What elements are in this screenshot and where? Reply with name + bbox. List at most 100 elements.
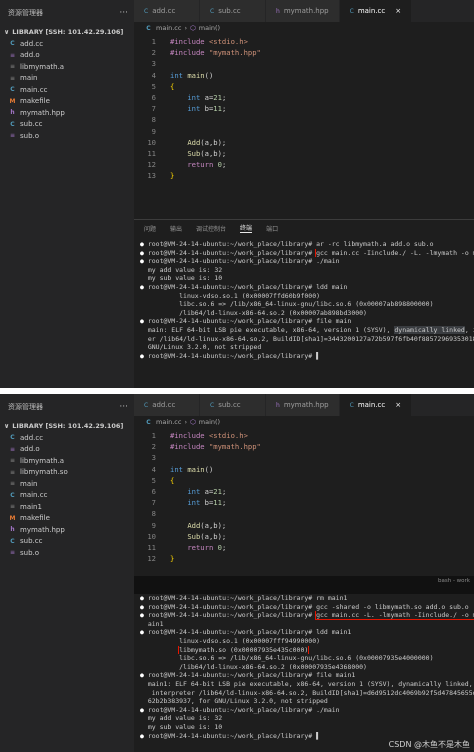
editor-tab[interactable]: Cmain.cc ×	[339, 394, 413, 416]
code-line[interactable]: 2 #include "mymath.hpp"	[134, 47, 474, 58]
code-line[interactable]: 13}	[134, 170, 474, 181]
file-tree-item[interactable]: ≡ libmymath.a	[0, 61, 134, 73]
file-tree-item[interactable]: Cmain.cc	[0, 490, 134, 502]
file-tree-item[interactable]: ≡ libmymath.so	[0, 467, 134, 479]
line-number: 11	[147, 148, 156, 158]
file-tree-item[interactable]: ≡ add.o	[0, 444, 134, 456]
code-line[interactable]: 8	[134, 508, 474, 519]
breadcrumb-symbol[interactable]: main()	[199, 418, 220, 426]
command-marker-icon: ●	[140, 731, 148, 740]
terminal-text: main: ELF 64-bit LSB pie executable, x86…	[147, 325, 474, 334]
file-tree-item[interactable]: Csub.cc	[0, 119, 134, 131]
code-line[interactable]: 11 return 0;	[134, 542, 474, 553]
panel-tab[interactable]: 输出	[170, 224, 182, 233]
code-line[interactable]: 8	[134, 114, 474, 125]
file-tree-item[interactable]: Mmakefile	[0, 96, 134, 108]
object-file-icon: ≡	[9, 132, 16, 140]
file-tree-item[interactable]: ≡ sub.o	[0, 130, 134, 142]
file-tree-item[interactable]: ≡ add.o	[0, 50, 134, 62]
workspace-root[interactable]: ∨ LIBRARY [SSH: 101.42.29.106]	[0, 420, 134, 432]
code-text: return 0;	[187, 542, 227, 552]
code-line[interactable]: 7 int b=11;	[134, 497, 474, 508]
more-actions-icon[interactable]: ···	[119, 402, 128, 412]
code-text: int b=11;	[187, 104, 227, 114]
code-line[interactable]: 2 #include "mymath.hpp"	[134, 441, 474, 452]
breadcrumb-symbol[interactable]: main()	[199, 24, 220, 32]
close-icon[interactable]: ×	[385, 401, 401, 409]
command-marker-icon: ●	[140, 671, 148, 680]
file-name: sub.cc	[20, 120, 43, 129]
file-tree-item[interactable]: Mmakefile	[0, 513, 134, 525]
editor-tab[interactable]: h mymath.hpp	[266, 0, 340, 22]
line-number: 6	[151, 487, 156, 497]
close-icon[interactable]: ×	[385, 7, 401, 15]
code-line[interactable]: 10 Add(a,b);	[134, 137, 474, 148]
terminal-line: interpreter /lib64/ld-linux-x86-64.so.2,…	[134, 689, 474, 698]
file-tree-item[interactable]: ≡ main	[0, 478, 134, 490]
file-tree-item[interactable]: ≡ main1	[0, 501, 134, 513]
code-line[interactable]: 1 #include <stdio.h>	[134, 430, 474, 441]
file-icon: ≡	[9, 480, 16, 488]
workspace-root[interactable]: ∨ LIBRARY [SSH: 101.42.29.106]	[0, 26, 134, 38]
editor-tab[interactable]: Cmain.cc ×	[339, 0, 413, 22]
code-line[interactable]: 5{	[134, 475, 474, 486]
file-tree-item[interactable]: Csub.cc	[0, 536, 134, 548]
code-line[interactable]: 4 int main()	[134, 70, 474, 81]
file-tree-item[interactable]: ≡ sub.o	[0, 547, 134, 559]
bottom-panel: 问题 输出 调试控制台 终端 端口 ● root@VM-24-14-ubuntu:~/w…	[134, 219, 474, 388]
terminal-line: /lib64/ld-linux-x86-64.so.2 (0x00007ab89…	[134, 309, 474, 318]
code-editor[interactable]: 1 #include <stdio.h> 2 #include "mymath.hpp…	[134, 34, 474, 181]
code-text: #include "mymath.hpp"	[170, 48, 261, 58]
line-number: 1	[151, 37, 156, 47]
terminal-instance-label[interactable]: bash - work	[438, 578, 470, 584]
file-name: mymath.hpp	[20, 108, 65, 117]
code-line[interactable]: 3	[134, 58, 474, 69]
explorer-header: 资源管理器 ···	[0, 0, 134, 26]
file-tree-item[interactable]: Cmain.cc	[0, 84, 134, 96]
code-line[interactable]: 7 int b=11;	[134, 103, 474, 114]
code-line[interactable]: 12 return 0;	[134, 159, 474, 170]
code-line[interactable]: 6 int a=21;	[134, 92, 474, 103]
editor-tab[interactable]: Csub.cc	[200, 0, 266, 22]
code-line[interactable]: 1 #include <stdio.h>	[134, 36, 474, 47]
editor-tab[interactable]: Cadd.cc	[134, 0, 200, 22]
file-tree-item[interactable]: h mymath.hpp	[0, 107, 134, 119]
panel-tab[interactable]: 问题	[144, 224, 156, 233]
line-number: 7	[151, 104, 156, 114]
terminal-line: ● root@VM-24-14-ubuntu:~/work_place/libr…	[134, 352, 474, 361]
code-line[interactable]: 12}	[134, 553, 474, 564]
panel-tab[interactable]: 端口	[266, 224, 278, 233]
code-line[interactable]: 3	[134, 452, 474, 463]
file-tree-item[interactable]: Cadd.cc	[0, 38, 134, 50]
code-line[interactable]: 11 Sub(a,b);	[134, 148, 474, 159]
function-icon: ⬡	[190, 418, 196, 426]
file-name: main.cc	[20, 85, 48, 94]
code-editor[interactable]: 1 #include <stdio.h> 2 #include "mymath.hpp…	[134, 428, 474, 564]
breadcrumb: C main.cc › ⬡ main()	[134, 22, 474, 34]
code-line[interactable]: 4 int main()	[134, 464, 474, 475]
terminal[interactable]: ● root@VM-24-14-ubuntu:~/work_place/libr…	[134, 594, 474, 752]
file-tree-item[interactable]: h mymath.hpp	[0, 524, 134, 536]
c-icon: C	[146, 24, 151, 32]
editor-tab[interactable]: h mymath.hpp	[266, 394, 340, 416]
panel-tab[interactable]: 调试控制台	[196, 224, 226, 233]
file-name: add.cc	[20, 39, 44, 48]
terminal-line: libc.so.6 => /lib/x86_64-linux-gnu/libc.…	[134, 654, 474, 663]
file-tree-item[interactable]: ≡ libmymath.a	[0, 455, 134, 467]
panel-tab[interactable]: 终端	[240, 223, 253, 233]
file-tree-item[interactable]: ≡ main	[0, 73, 134, 85]
breadcrumb-file[interactable]: main.cc	[156, 24, 181, 32]
code-line[interactable]: 6 int a=21;	[134, 486, 474, 497]
code-line[interactable]: 9 Add(a,b);	[134, 520, 474, 531]
terminal[interactable]: ● root@VM-24-14-ubuntu:~/work_place/libr…	[134, 240, 474, 388]
terminal-text: er /lib64/ld-linux-x86-64.so.2, BuildID[…	[147, 334, 474, 343]
code-line[interactable]: 10 Sub(a,b);	[134, 531, 474, 542]
editor-tab[interactable]: Cadd.cc	[134, 394, 200, 416]
more-actions-icon[interactable]: ···	[119, 8, 128, 18]
code-line[interactable]: 5{	[134, 81, 474, 92]
code-line[interactable]: 9	[134, 126, 474, 137]
breadcrumb-file[interactable]: main.cc	[156, 418, 181, 426]
file-tree-item[interactable]: Cadd.cc	[0, 432, 134, 444]
editor-tab[interactable]: Csub.cc	[200, 394, 266, 416]
